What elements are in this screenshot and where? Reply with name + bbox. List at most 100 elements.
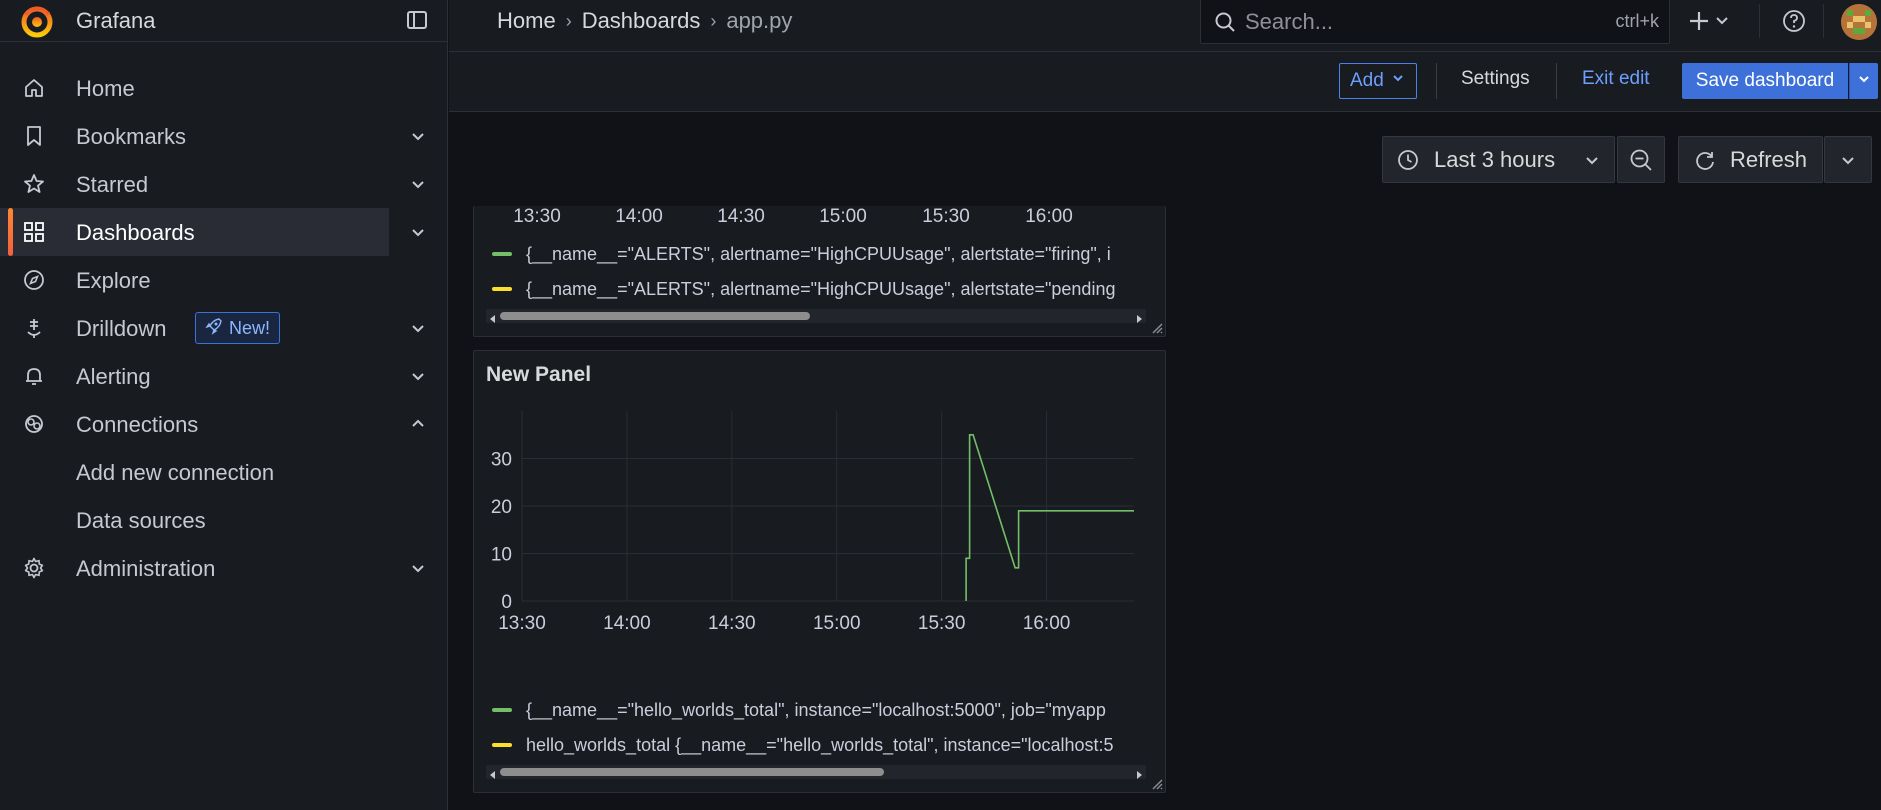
zoom-out-icon	[1628, 147, 1654, 173]
breadcrumb-current: app.py	[726, 8, 793, 33]
sidebar-item-bookmarks[interactable]: Bookmarks	[0, 112, 448, 160]
dock-menu-icon[interactable]	[405, 8, 429, 32]
sidebar-item-home[interactable]: Home	[0, 64, 448, 112]
legend-swatch	[492, 252, 512, 256]
rocket-icon	[205, 317, 223, 340]
sidebar-item-data-sources[interactable]: Data sources	[0, 496, 448, 544]
app-name: Grafana	[76, 8, 156, 33]
legend-scrollbar[interactable]	[486, 765, 1146, 779]
scroll-right-icon[interactable]	[1134, 767, 1144, 779]
new-panel[interactable]: New Panel 0 10 20 30 13:30 14:00 14:30 15:00 15:…	[473, 350, 1166, 793]
sidebar-item-label: Drilldown	[76, 316, 167, 341]
x-tick-label: 16:00	[1025, 206, 1073, 227]
x-tick-label: 15:00	[813, 613, 861, 634]
sidebar-item-label: Bookmarks	[76, 124, 187, 149]
resize-handle-icon[interactable]	[1149, 776, 1163, 790]
scroll-left-icon[interactable]	[488, 311, 498, 323]
settings-button[interactable]: Settings	[1461, 68, 1530, 90]
time-series-plot[interactable]: 0 10 20 30 13:30 14:00 14:30 15:00 15:30 16:00	[474, 351, 1166, 681]
sidebar-item-add-new-connection[interactable]: Add new connection	[0, 448, 448, 496]
sidebar-item-label: Data sources	[76, 508, 206, 533]
new-menu-button[interactable]	[1687, 6, 1737, 36]
legend-swatch	[492, 287, 512, 291]
refresh-button[interactable]: Refresh	[1678, 136, 1823, 183]
legend-item[interactable]: hello_worlds_total {__name__="hello_worl…	[492, 732, 1114, 758]
legend-item[interactable]: {__name__="ALERTS", alertname="HighCPUUs…	[492, 276, 1115, 302]
nav-sidebar: Grafana Home Bookmarks Starred Dashboard…	[0, 0, 448, 810]
chevron-down-icon	[1583, 151, 1601, 169]
sidebar-item-label: Connections	[76, 412, 199, 437]
sidebar-item-explore[interactable]: Explore	[0, 256, 448, 304]
alerts-panel[interactable]: 13:30 14:00 14:30 15:00 15:30 16:00 {__n…	[473, 206, 1166, 337]
chevron-up-icon[interactable]	[408, 414, 428, 434]
search-input[interactable]: Search... ctrl+k	[1200, 0, 1670, 44]
time-range-label: Last 3 hours	[1434, 147, 1556, 172]
sidebar-header: Grafana	[0, 0, 448, 42]
sidebar-item-administration[interactable]: Administration	[0, 544, 448, 592]
x-tick-label: 14:30	[708, 613, 756, 634]
chevron-down-icon	[1856, 71, 1872, 92]
connections-icon	[22, 412, 46, 436]
search-placeholder: Search...	[1245, 9, 1334, 34]
avatar[interactable]	[1841, 4, 1877, 40]
refresh-interval-button[interactable]	[1824, 136, 1872, 183]
legend-swatch	[492, 743, 512, 747]
bookmark-icon	[22, 124, 46, 148]
y-tick-label: 30	[491, 450, 512, 471]
drilldown-icon	[22, 316, 46, 340]
chevron-down-icon[interactable]	[408, 558, 428, 578]
scroll-left-icon[interactable]	[488, 767, 498, 779]
chevron-down-icon[interactable]	[408, 222, 428, 242]
sidebar-item-connections[interactable]: Connections	[0, 400, 448, 448]
x-tick-label: 14:30	[717, 206, 765, 227]
chevron-down-icon[interactable]	[408, 126, 428, 146]
grafana-logo-icon[interactable]	[20, 4, 54, 38]
breadcrumb-dashboards[interactable]: Dashboards	[582, 8, 701, 34]
exit-edit-button[interactable]: Exit edit	[1582, 68, 1650, 90]
topbar-divider	[1823, 4, 1824, 38]
sidebar-item-starred[interactable]: Starred	[0, 160, 448, 208]
scroll-right-icon[interactable]	[1134, 311, 1144, 323]
save-dashboard-button[interactable]: Save dashboard	[1682, 63, 1848, 99]
scrollbar-thumb[interactable]	[500, 768, 884, 776]
legend-item[interactable]: {__name__="ALERTS", alertname="HighCPUUs…	[492, 241, 1111, 267]
x-tick-label: 15:30	[922, 206, 970, 227]
search-icon	[1213, 10, 1237, 34]
chevron-down-icon[interactable]	[408, 174, 428, 194]
badge-label: New!	[229, 317, 271, 338]
sidebar-item-label: Explore	[76, 268, 151, 293]
x-tick-label: 14:00	[615, 206, 663, 227]
zoom-out-button[interactable]	[1617, 136, 1665, 183]
legend-label: hello_worlds_total {__name__="hello_worl…	[526, 734, 1114, 755]
x-tick-label: 13:30	[513, 206, 561, 227]
legend-scrollbar[interactable]	[486, 309, 1146, 323]
time-range-picker[interactable]: Last 3 hours	[1382, 136, 1615, 183]
help-icon[interactable]	[1781, 8, 1807, 34]
sidebar-item-alerting[interactable]: Alerting	[0, 352, 448, 400]
breadcrumb: Home › Dashboards › app.py	[497, 8, 792, 34]
toolbar-divider	[1436, 63, 1437, 99]
chevron-down-icon[interactable]	[408, 318, 428, 338]
scrollbar-thumb[interactable]	[500, 312, 810, 320]
chevron-down-icon[interactable]	[408, 366, 428, 386]
save-options-button[interactable]	[1849, 63, 1878, 99]
sidebar-item-dashboards[interactable]: Dashboards	[0, 208, 424, 256]
breadcrumb-home[interactable]: Home	[497, 8, 556, 34]
legend-item[interactable]: {__name__="hello_worlds_total", instance…	[492, 697, 1106, 723]
clock-icon	[1397, 149, 1419, 171]
star-icon	[22, 172, 46, 196]
resize-handle-icon[interactable]	[1149, 320, 1163, 334]
sidebar-item-label: Add new connection	[76, 460, 275, 485]
legend-label: {__name__="ALERTS", alertname="HighCPUUs…	[526, 278, 1116, 299]
cog-icon	[22, 556, 46, 580]
y-tick-label: 10	[491, 545, 512, 566]
sidebar-item-label: Home	[76, 76, 135, 101]
x-tick-label: 15:00	[819, 206, 867, 227]
sidebar-item-drilldown[interactable]: Drilldown New!	[0, 304, 448, 352]
add-button[interactable]: Add	[1339, 63, 1417, 99]
topbar-divider	[1759, 4, 1760, 38]
legend-label: {__name__="hello_worlds_total", instance…	[526, 699, 1106, 720]
dashboard-edit-toolbar: Add Settings Exit edit Save dashboard	[449, 52, 1881, 112]
y-tick-label: 20	[491, 497, 512, 518]
x-tick-label: 16:00	[1023, 613, 1071, 634]
